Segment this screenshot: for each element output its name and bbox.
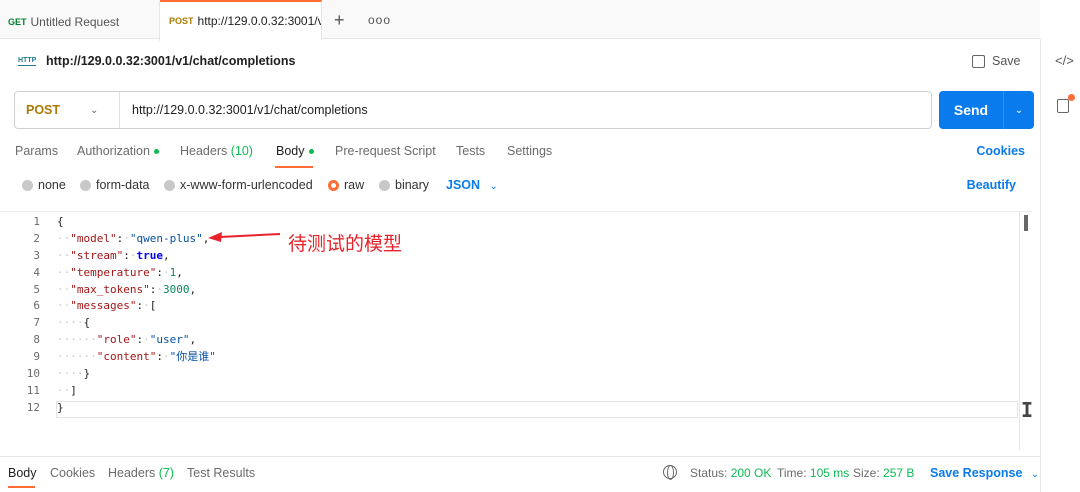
cookies-link[interactable]: Cookies — [976, 144, 1025, 158]
line-number: 12 — [26, 400, 40, 414]
request-header: HTTP http://129.0.0.32:3001/v1/chat/comp… — [18, 54, 295, 68]
send-options-chevron-icon[interactable]: ⌄ — [1004, 105, 1034, 116]
globe-icon[interactable] — [663, 465, 677, 480]
method-value: POST — [26, 103, 61, 117]
text-cursor-icon: I — [1021, 398, 1034, 422]
response-bar: Body Cookies Headers (7) Test Results St… — [0, 456, 1040, 492]
line-number: 7 — [33, 316, 40, 330]
save-icon — [972, 54, 985, 68]
radio-x-www-form-urlencoded[interactable]: x-www-form-urlencoded — [164, 178, 313, 192]
line-number: 3 — [33, 248, 40, 262]
code-line: ··"temperature":·1, — [57, 265, 183, 279]
size-readout: Size: 257 B — [853, 466, 915, 480]
code-line: ······"role":·"user", — [57, 333, 197, 347]
code-line: ··"stream":·true, — [57, 248, 170, 262]
tab-label: http://129.0.0.32:3001/v — [197, 14, 322, 28]
tab-authorization[interactable]: Authorization — [77, 144, 159, 158]
response-tab-headers[interactable]: Headers (7) — [108, 466, 174, 480]
request-title[interactable]: http://129.0.0.32:3001/v1/chat/completio… — [46, 54, 295, 68]
request-url-bar: POST ⌄ http://129.0.0.32:3001/v1/chat/co… — [14, 91, 932, 129]
radio-raw[interactable]: raw — [328, 178, 364, 192]
code-line: } — [57, 400, 64, 414]
code-line: ··"messages":·[ — [57, 299, 157, 313]
method-select[interactable]: POST ⌄ — [15, 92, 120, 128]
radio-form-data[interactable]: form-data — [80, 178, 150, 192]
code-line: ······"content":·"你是谁" — [57, 350, 216, 364]
tab-untitled-request[interactable]: GET Untitled Request — [0, 2, 160, 41]
more-tabs-icon[interactable]: ooo — [368, 13, 391, 27]
line-number: 6 — [33, 299, 40, 313]
code-line: ··"max_tokens":·3000, — [57, 282, 197, 296]
time-readout: Time: 105 ms — [777, 466, 850, 480]
chevron-down-icon: ⌄ — [90, 104, 99, 116]
response-tab-cookies[interactable]: Cookies — [50, 466, 95, 480]
status-dot — [153, 149, 159, 155]
line-number: 9 — [33, 350, 40, 364]
documentation-icon[interactable] — [1057, 99, 1069, 113]
line-number: 11 — [26, 383, 40, 397]
editor-scrollbar-thumb[interactable] — [1024, 215, 1028, 231]
tab-active-request[interactable]: POST http://129.0.0.32:3001/v — [160, 0, 322, 40]
format-select[interactable]: JSON ⌄ — [446, 178, 498, 192]
tab-body[interactable]: Body — [276, 144, 314, 158]
radio-binary[interactable]: binary — [379, 178, 429, 192]
status-dot — [308, 149, 314, 155]
tab-params[interactable]: Params — [15, 144, 58, 158]
code-line: ····} — [57, 367, 91, 381]
tab-tests[interactable]: Tests — [456, 144, 485, 158]
line-number: 10 — [26, 367, 40, 381]
send-button[interactable]: Send ⌄ — [939, 91, 1034, 129]
active-response-tab-indicator — [8, 486, 35, 488]
code-line: ··"model":·"qwen-plus", — [57, 231, 210, 245]
line-number: 1 — [33, 215, 40, 228]
save-response-button[interactable]: Save Response ⌄ — [930, 466, 1039, 480]
line-number: 5 — [33, 282, 40, 296]
tab-label: Untitled Request — [30, 14, 120, 29]
line-number-gutter: 1 2 3 4 5 6 7 8 9 10 11 12 — [0, 214, 40, 417]
tab-method: GET — [8, 16, 27, 27]
beautify-button[interactable]: Beautify — [967, 178, 1016, 192]
save-label: Save — [992, 54, 1021, 68]
http-icon: HTTP — [18, 57, 37, 66]
tab-settings[interactable]: Settings — [507, 144, 552, 158]
code-line: ··] — [57, 383, 77, 397]
status-readout: Status: 200 OK — [690, 466, 772, 480]
tab-headers[interactable]: Headers (10) — [180, 144, 253, 158]
request-tab-bar: GET Untitled Request POST http://129.0.0… — [0, 0, 1040, 41]
code-icon[interactable]: </> — [1055, 53, 1074, 68]
response-tab-test-results[interactable]: Test Results — [187, 466, 255, 480]
radio-none[interactable]: none — [22, 178, 66, 192]
tab-pre-request-script[interactable]: Pre-request Script — [335, 144, 436, 158]
save-button[interactable]: Save — [972, 54, 1021, 68]
response-tab-body[interactable]: Body — [8, 466, 37, 480]
annotation-arrow-icon — [208, 232, 281, 242]
tab-method: POST — [169, 16, 194, 26]
code-line: ····{ — [57, 316, 91, 330]
new-tab-button[interactable]: + — [334, 11, 345, 29]
notification-dot — [1068, 94, 1075, 101]
request-tabs: Params Authorization Headers (10) Body P… — [15, 144, 1025, 168]
url-input[interactable]: http://129.0.0.32:3001/v1/chat/completio… — [120, 103, 368, 117]
active-tab-indicator — [275, 166, 313, 168]
send-label: Send — [953, 102, 989, 118]
editor-scrollbar-track — [1019, 212, 1020, 450]
line-number: 4 — [33, 265, 40, 279]
line-number: 2 — [33, 231, 40, 245]
code-line: { — [57, 215, 64, 228]
body-type-options: none form-data x-www-form-urlencoded raw… — [22, 178, 1022, 196]
line-number: 8 — [33, 333, 40, 347]
annotation-label: 待测试的模型 — [288, 233, 403, 255]
body-editor[interactable]: 1 2 3 4 5 6 7 8 9 10 11 12 { ··"model":·… — [0, 211, 1034, 451]
code-content: { ··"model":·"qwen-plus", ··"stream":·tr… — [57, 214, 216, 417]
